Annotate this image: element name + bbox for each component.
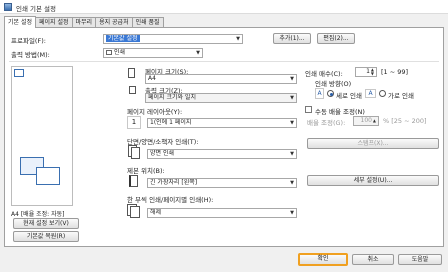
scale-input[interactable]: 100 ▲ <box>353 116 379 126</box>
profile-select[interactable]: 기본값 설정 ▼ <box>103 34 243 44</box>
profile-edit-button[interactable]: 편집(2)... <box>317 33 355 44</box>
advanced-settings-button[interactable]: 세부 설정(U)... <box>307 175 439 186</box>
output-size-select[interactable]: 페이지 크기와 일치 ▼ <box>145 93 297 103</box>
page-layout-value: 1(인에 1 페이지 <box>150 119 192 126</box>
binding-value: 긴 가장자리 [왼쪽] <box>150 179 198 186</box>
page-size-select[interactable]: A4 ▼ <box>145 74 297 84</box>
chevron-down-icon: ▼ <box>290 210 294 216</box>
landscape-icon: A <box>365 89 376 98</box>
scale-value: 100 <box>360 117 372 124</box>
landscape-radio[interactable] <box>379 90 386 97</box>
duplex-value: 양면 인쇄 <box>150 150 174 157</box>
portrait-label: 세로 인쇄 <box>336 92 362 100</box>
output-method-value: 인쇄 <box>114 49 126 56</box>
spin-down-icon[interactable]: ▼ <box>371 72 374 76</box>
layout-icon: 1 <box>127 116 141 129</box>
divider <box>9 61 439 62</box>
cancel-button[interactable]: 취소 <box>352 254 394 265</box>
chevron-down-icon: ▼ <box>290 151 294 157</box>
profile-value: 기본값 설정 <box>106 35 140 42</box>
page-icon <box>127 68 137 78</box>
copies-label: 인쇄 매수(C): <box>305 70 343 78</box>
copies-value: 1 <box>366 68 370 75</box>
page-layout-label: 페이지 레이아웃(Y): <box>127 108 183 116</box>
chevron-down-icon: ▼ <box>196 50 200 56</box>
view-settings-button[interactable]: 현재 설정 보기(V) <box>13 218 79 229</box>
collate-icon <box>127 204 141 218</box>
output-method-select[interactable]: 인쇄 ▼ <box>103 48 203 58</box>
collate-label: 한 부씩 인쇄/페이지별 인쇄(H): <box>127 196 214 204</box>
chevron-down-icon: ▼ <box>290 120 294 126</box>
scale-range: % [25 ~ 200] <box>383 117 427 125</box>
preview-caption: A4 [배율 조정: 자동] <box>11 211 65 218</box>
portrait-radio[interactable] <box>327 90 334 97</box>
preview-toggle-icon[interactable] <box>14 69 24 77</box>
chevron-down-icon: ▼ <box>290 180 294 186</box>
help-button[interactable]: 도움말 <box>398 254 442 265</box>
chevron-down-icon: ▼ <box>290 95 294 101</box>
print-icon <box>106 50 112 55</box>
copies-input[interactable]: 1 ▲ ▼ <box>355 67 377 77</box>
landscape-label: 가로 인쇄 <box>388 92 414 100</box>
ok-button[interactable]: 확인 <box>298 253 348 266</box>
duplex-select[interactable]: 양면 인쇄 ▼ <box>147 149 297 159</box>
collate-select[interactable]: 해제 ▼ <box>147 208 297 218</box>
binding-select[interactable]: 긴 가장자리 [왼쪽] ▼ <box>147 178 297 188</box>
title-bar: 인쇄 기본 설정 <box>0 0 448 14</box>
profile-label: 프로파일(F): <box>11 37 46 45</box>
manual-scaling-checkbox[interactable] <box>305 106 312 113</box>
copies-range: [1 ~ 99] <box>381 68 409 76</box>
collate-value: 해제 <box>150 209 162 216</box>
duplex-icon <box>127 145 141 159</box>
printer-icon <box>4 3 12 11</box>
page-size-value: A4 <box>148 75 156 82</box>
output-method-label: 출력 방법(M): <box>11 51 50 59</box>
chevron-down-icon: ▼ <box>236 36 240 42</box>
page-layout-select[interactable]: 1(인에 1 페이지 ▼ <box>147 118 297 128</box>
profile-add-button[interactable]: 추가(1)... <box>273 33 311 44</box>
restore-defaults-button[interactable]: 기본값 복원(R) <box>13 231 79 242</box>
preview-pane <box>11 66 73 206</box>
scale-icon <box>127 85 139 95</box>
page-preview-icon <box>36 167 60 185</box>
portrait-icon: A <box>315 88 324 99</box>
binding-label: 제본 위치(B): <box>127 167 165 175</box>
binding-icon <box>127 175 141 188</box>
settings-panel: 프로파일(F): 기본값 설정 ▼ 추가(1)... 편집(2)... 출력 방… <box>4 27 444 247</box>
manual-scaling-label: 수동 배율 조정(N) <box>315 108 365 116</box>
tab-basic[interactable]: 기본 설정 <box>4 16 36 28</box>
window-title: 인쇄 기본 설정 <box>16 5 57 13</box>
output-size-value: 페이지 크기와 일치 <box>148 94 196 101</box>
scale-label: 배율 조정(G): <box>307 119 346 127</box>
spin-icon[interactable]: ▲ <box>373 117 376 125</box>
chevron-down-icon: ▼ <box>290 76 294 82</box>
orientation-label: 인쇄 방향(O) <box>315 80 352 88</box>
watermark-button[interactable]: 스탬프(X)... <box>307 138 439 149</box>
